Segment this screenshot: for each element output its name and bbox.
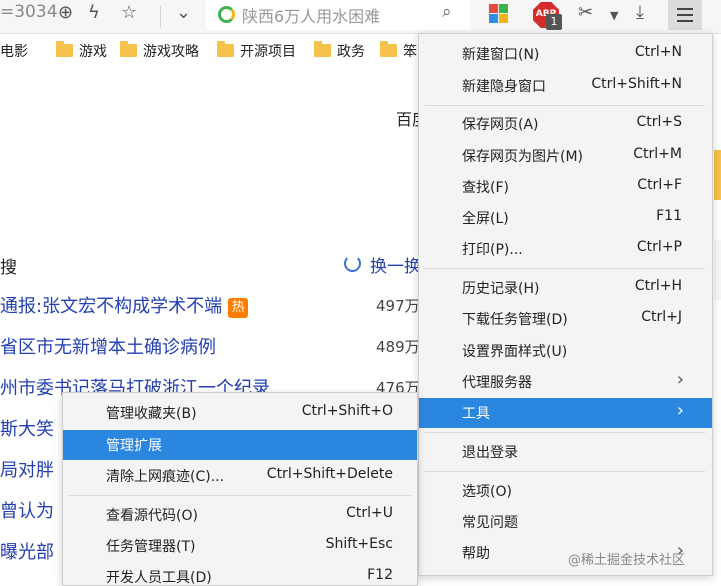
adblock-count-badge: 1 bbox=[546, 14, 562, 30]
bookmark-folder[interactable]: 游戏 bbox=[56, 41, 107, 61]
search-icon[interactable]: ⌕ bbox=[442, 2, 452, 22]
refresh-icon[interactable] bbox=[344, 255, 361, 272]
folder-icon bbox=[380, 41, 397, 57]
menu-item-new-incognito-window[interactable]: 新建隐身窗口 Ctrl+Shift+N bbox=[419, 71, 712, 101]
menu-item-print[interactable]: 打印(P)... Ctrl+P bbox=[419, 234, 712, 264]
page-fragment bbox=[714, 150, 721, 200]
toolbar-divider bbox=[160, 6, 161, 28]
submenu-item-developer-tools[interactable]: 开发人员工具(D) F12 bbox=[63, 562, 417, 586]
bookmark-folder[interactable]: 政务 bbox=[314, 41, 365, 61]
menu-item-history[interactable]: 历史记录(H) Ctrl+H bbox=[419, 273, 712, 303]
menu-item-save-as-image[interactable]: 保存网页为图片(M) Ctrl+M bbox=[419, 141, 712, 171]
address-bar[interactable]: =3034 bbox=[0, 2, 58, 22]
news-title[interactable]: 局对胖 bbox=[0, 456, 54, 482]
watermark: @稀土掘金技术社区 bbox=[568, 553, 686, 568]
star-icon[interactable]: ☆ bbox=[121, 1, 137, 25]
submenu-item-manage-extensions[interactable]: 管理扩展 bbox=[63, 430, 417, 460]
menu-item-logout[interactable]: 退出登录 bbox=[419, 437, 712, 467]
news-title[interactable]: 曾认为 bbox=[0, 497, 54, 523]
folder-icon bbox=[217, 41, 234, 57]
menu-item-proxy[interactable]: 代理服务器 › bbox=[419, 367, 712, 397]
refresh-link[interactable]: 换一换 bbox=[370, 252, 421, 277]
menu-item-tools[interactable]: 工具 › bbox=[419, 398, 712, 428]
bookmark-folder[interactable]: 游戏攻略 bbox=[120, 41, 199, 61]
menu-item-faq[interactable]: 常见问题 bbox=[419, 507, 712, 537]
menu-separator bbox=[425, 432, 705, 433]
tools-submenu: 管理收藏夹(B) Ctrl+Shift+O 管理扩展 清除上网痕迹(C)... Ct… bbox=[62, 392, 418, 586]
news-title[interactable]: 通报:张文宏不构成学术不端热 bbox=[0, 292, 249, 318]
scissors-dropdown-icon[interactable]: ▼ bbox=[610, 4, 618, 28]
bookmark-item[interactable]: 电影 bbox=[0, 41, 28, 61]
download-icon[interactable]: ⤓ bbox=[636, 1, 644, 25]
menu-item-save-page[interactable]: 保存网页(A) Ctrl+S bbox=[419, 109, 712, 139]
folder-icon bbox=[314, 41, 331, 57]
chevron-right-icon: › bbox=[676, 400, 684, 421]
news-title[interactable]: 曝光部 bbox=[0, 538, 54, 564]
submenu-item-manage-favorites[interactable]: 管理收藏夹(B) Ctrl+Shift+O bbox=[63, 398, 417, 428]
submenu-item-clear-history[interactable]: 清除上网痕迹(C)... Ctrl+Shift+Delete bbox=[63, 461, 417, 491]
hamburger-menu-icon[interactable] bbox=[668, 0, 702, 30]
menu-item-new-window[interactable]: 新建窗口(N) Ctrl+N bbox=[419, 39, 712, 69]
page-fragment bbox=[714, 240, 721, 300]
news-title[interactable]: 省区市无新增本土确诊病例 bbox=[0, 333, 216, 359]
search-box[interactable]: 陕西6万人用水困难 ⌕ bbox=[206, 0, 470, 30]
zoom-in-icon[interactable]: ⊕ bbox=[58, 1, 73, 25]
chevron-right-icon: › bbox=[676, 369, 684, 390]
menu-item-options[interactable]: 选项(O) bbox=[419, 476, 712, 506]
news-count: 489万 bbox=[376, 338, 420, 356]
news-count: 497万 bbox=[376, 297, 420, 315]
submenu-item-view-source[interactable]: 查看源代码(O) Ctrl+U bbox=[63, 500, 417, 530]
bookmark-folder[interactable]: 笨 bbox=[380, 41, 417, 61]
menu-separator bbox=[425, 105, 705, 106]
scissors-icon[interactable]: ✂ bbox=[578, 1, 593, 25]
menu-separator bbox=[425, 268, 705, 269]
menu-separator bbox=[425, 471, 705, 472]
menu-item-ui-style[interactable]: 设置界面样式(U) bbox=[419, 336, 712, 366]
submenu-item-task-manager[interactable]: 任务管理器(T) Shift+Esc bbox=[63, 531, 417, 561]
browser-toolbar: =3034 ⊕ ϟ ☆ ⌄ 陕西6万人用水困难 ⌕ ABP 1 ✂ ▼ ⤓ bbox=[0, 0, 721, 34]
search-engine-logo-icon bbox=[218, 6, 235, 23]
folder-icon bbox=[56, 41, 73, 57]
bookmark-folder[interactable]: 开源项目 bbox=[217, 41, 296, 61]
browser-main-menu: 新建窗口(N) Ctrl+N 新建隐身窗口 Ctrl+Shift+N 保存网页(A)… bbox=[418, 33, 713, 576]
section-title: 搜 bbox=[0, 258, 17, 278]
hot-badge: 热 bbox=[228, 298, 249, 318]
news-title[interactable]: 斯大笑 bbox=[0, 415, 54, 441]
search-input[interactable]: 陕西6万人用水困难 bbox=[242, 3, 380, 27]
menu-separator bbox=[69, 495, 411, 496]
folder-icon bbox=[120, 41, 137, 57]
menu-item-downloads[interactable]: 下载任务管理(D) Ctrl+J bbox=[419, 304, 712, 334]
chevron-down-icon[interactable]: ⌄ bbox=[176, 1, 191, 25]
menu-item-fullscreen[interactable]: 全屏(L) F11 bbox=[419, 203, 712, 233]
menu-item-find[interactable]: 查找(F) Ctrl+F bbox=[419, 172, 712, 202]
lightning-icon[interactable]: ϟ bbox=[88, 1, 100, 25]
